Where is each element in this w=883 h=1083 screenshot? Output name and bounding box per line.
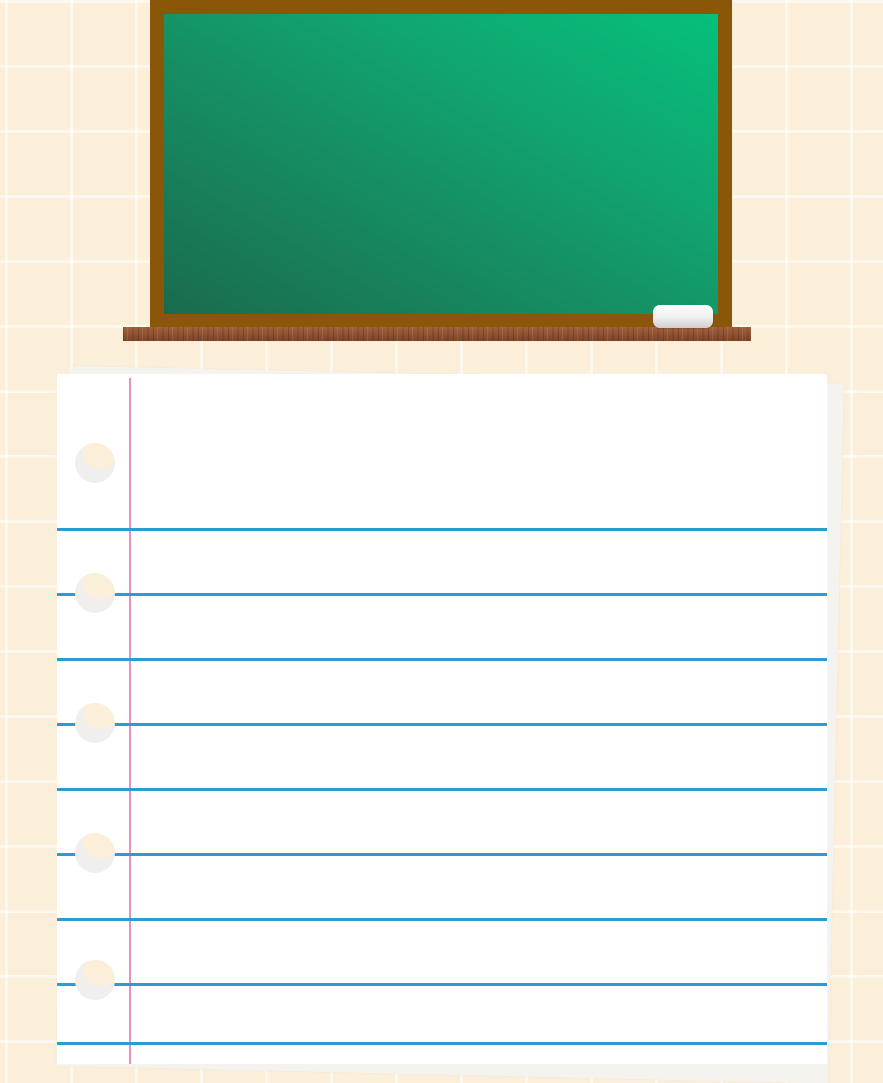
chalkboard-ledge (123, 327, 751, 341)
rule-line (57, 528, 827, 531)
punch-hole (75, 703, 115, 743)
margin-line (129, 378, 131, 1064)
notebook-page (57, 374, 827, 1064)
rule-line (57, 788, 827, 791)
chalk-stick (653, 305, 713, 328)
punch-hole (75, 443, 115, 483)
rule-line (57, 658, 827, 661)
punch-hole (75, 960, 115, 1000)
punch-hole (75, 833, 115, 873)
rule-line (57, 723, 827, 726)
rule-line (57, 918, 827, 921)
rule-line (57, 593, 827, 596)
punch-hole (75, 573, 115, 613)
rule-line (57, 853, 827, 856)
chalkboard-surface (164, 14, 718, 314)
rule-line (57, 983, 827, 986)
chalkboard-frame (150, 0, 732, 328)
